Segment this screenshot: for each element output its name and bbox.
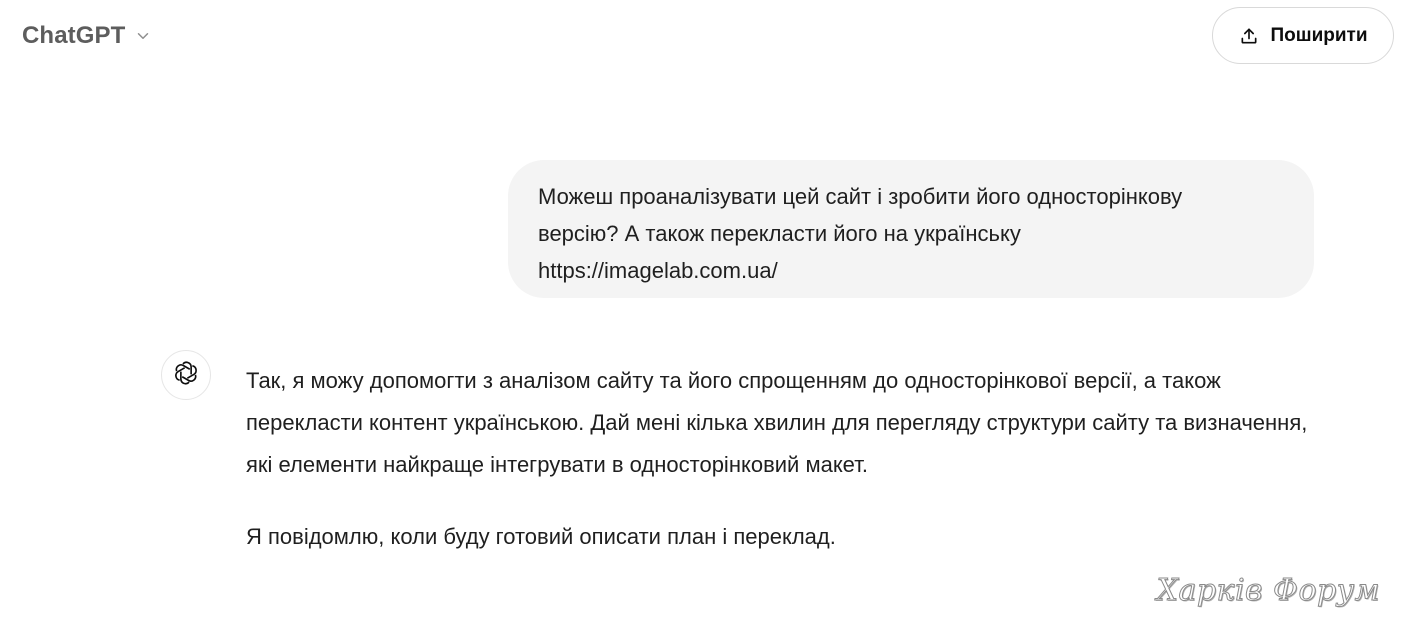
model-switcher[interactable]: ChatGPT (14, 14, 161, 58)
user-message-bubble: Можеш проаналізувати цей сайт і зробити … (508, 160, 1314, 298)
openai-logo-icon (172, 359, 200, 392)
share-label: Поширити (1270, 24, 1368, 46)
chevron-down-icon (133, 26, 153, 46)
upload-icon (1238, 25, 1260, 47)
assistant-avatar (161, 350, 211, 400)
assistant-paragraph[interactable]: Я повідомлю, коли буду готовий описати п… (246, 516, 1326, 558)
share-button[interactable]: Поширити (1212, 7, 1394, 64)
chat-page: ChatGPT Поширити Можеш проаналізувати це… (0, 0, 1402, 620)
assistant-paragraph[interactable]: Так, я можу допомогти з аналізом сайту т… (246, 360, 1326, 486)
assistant-message: Так, я можу допомогти з аналізом сайту т… (246, 360, 1326, 558)
model-name: ChatGPT (22, 22, 126, 49)
watermark: Харків Форум (1156, 573, 1380, 609)
user-message-text[interactable]: Можеш проаналізувати цей сайт і зробити … (538, 178, 1284, 289)
